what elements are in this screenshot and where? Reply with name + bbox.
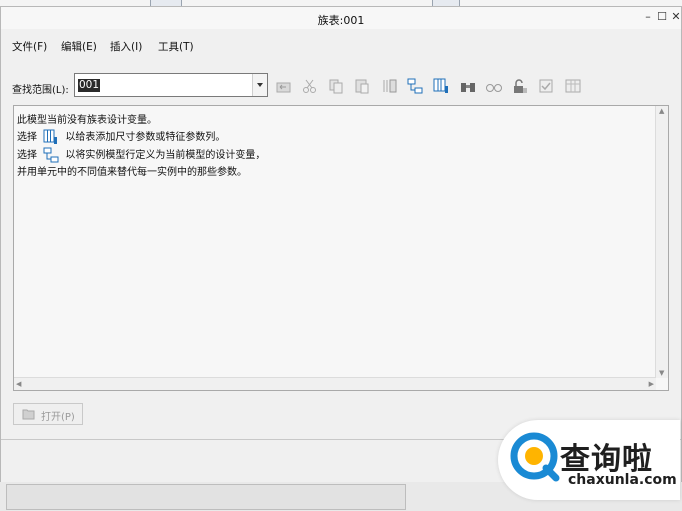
message-line-3-prefix: 选择 (17, 150, 37, 161)
minimize-button[interactable]: – (641, 10, 655, 24)
title-bar: 族表:001 – ☐ ✕ (1, 7, 681, 29)
add-instance-icon[interactable] (432, 77, 450, 95)
message-line-3: 选择 以将实例模型行定义为当前模型的设计变量， (17, 146, 265, 163)
menu-bar: 文件(F) 编辑(E) 插入(I) 工具(T) (1, 37, 681, 55)
paste-icon[interactable] (353, 77, 371, 95)
maximize-button[interactable]: ☐ (655, 10, 669, 24)
scroll-down-icon[interactable]: ▼ (659, 369, 664, 377)
scroll-left-icon[interactable]: ◀ (16, 380, 21, 388)
message-line-3-suffix: 以将实例模型行定义为当前模型的设计变量， (65, 150, 266, 161)
scroll-up-icon[interactable]: ▲ (659, 107, 664, 115)
insert-column-icon[interactable] (381, 77, 399, 95)
watermark-text-en: chaxunla.com (568, 472, 677, 488)
search-scope-value[interactable]: 001 (78, 79, 101, 92)
message-line-2-suffix: 以给表添加尺寸参数或特征参数列。 (65, 132, 226, 143)
watermark: 查询啦 chaxunla.com (498, 420, 680, 500)
copy-icon[interactable] (327, 77, 345, 95)
lock-icon[interactable] (511, 77, 529, 95)
table-icon[interactable] (564, 77, 582, 95)
search-scope-label: 查找范围(L): (12, 85, 69, 96)
message-line-2: 选择 以给表添加尺寸参数或特征参数列。 (17, 128, 225, 145)
add-instance-icon (43, 129, 59, 145)
message-area: 此模型当前没有族表设计变量。 选择 以给表添加尺寸参数或特征参数列。 选择 以将… (13, 105, 669, 391)
menu-edit[interactable]: 编辑(E) (61, 39, 97, 54)
chevron-down-icon[interactable] (252, 74, 267, 96)
message-line-2-prefix: 选择 (17, 132, 37, 143)
search-scope-combo[interactable]: 001 (74, 73, 268, 97)
window-title: 族表:001 (317, 14, 365, 27)
verify-icon[interactable] (537, 77, 555, 95)
watermark-logo-icon (508, 428, 564, 484)
message-line-1: 此模型当前没有族表设计变量。 (17, 115, 157, 126)
cut-icon[interactable] (301, 77, 319, 95)
folder-back-icon[interactable] (275, 77, 293, 95)
open-button-label: 打开(P) (41, 412, 75, 423)
scroll-right-icon[interactable]: ▶ (649, 380, 654, 388)
binoculars-icon[interactable] (459, 77, 477, 95)
open-folder-icon (22, 408, 36, 420)
family-table-dialog: 族表:001 – ☐ ✕ 文件(F) 编辑(E) 插入(I) 工具(T) 查找范… (0, 6, 682, 484)
glasses-icon[interactable] (485, 77, 503, 95)
horizontal-scrollbar[interactable]: ◀ ▶ (14, 377, 656, 390)
close-button[interactable]: ✕ (669, 10, 682, 24)
add-dimension-icon[interactable] (406, 77, 424, 95)
open-button[interactable]: 打开(P) (13, 403, 83, 425)
menu-insert[interactable]: 插入(I) (110, 39, 142, 54)
menu-file[interactable]: 文件(F) (12, 39, 47, 54)
vertical-scrollbar[interactable]: ▲ ▼ (655, 106, 668, 378)
menu-tools[interactable]: 工具(T) (158, 39, 194, 54)
message-line-4: 并用单元中的不同值来替代每一实例中的那些参数。 (17, 167, 247, 178)
background-panel (6, 484, 406, 510)
add-dimension-icon (43, 147, 59, 163)
